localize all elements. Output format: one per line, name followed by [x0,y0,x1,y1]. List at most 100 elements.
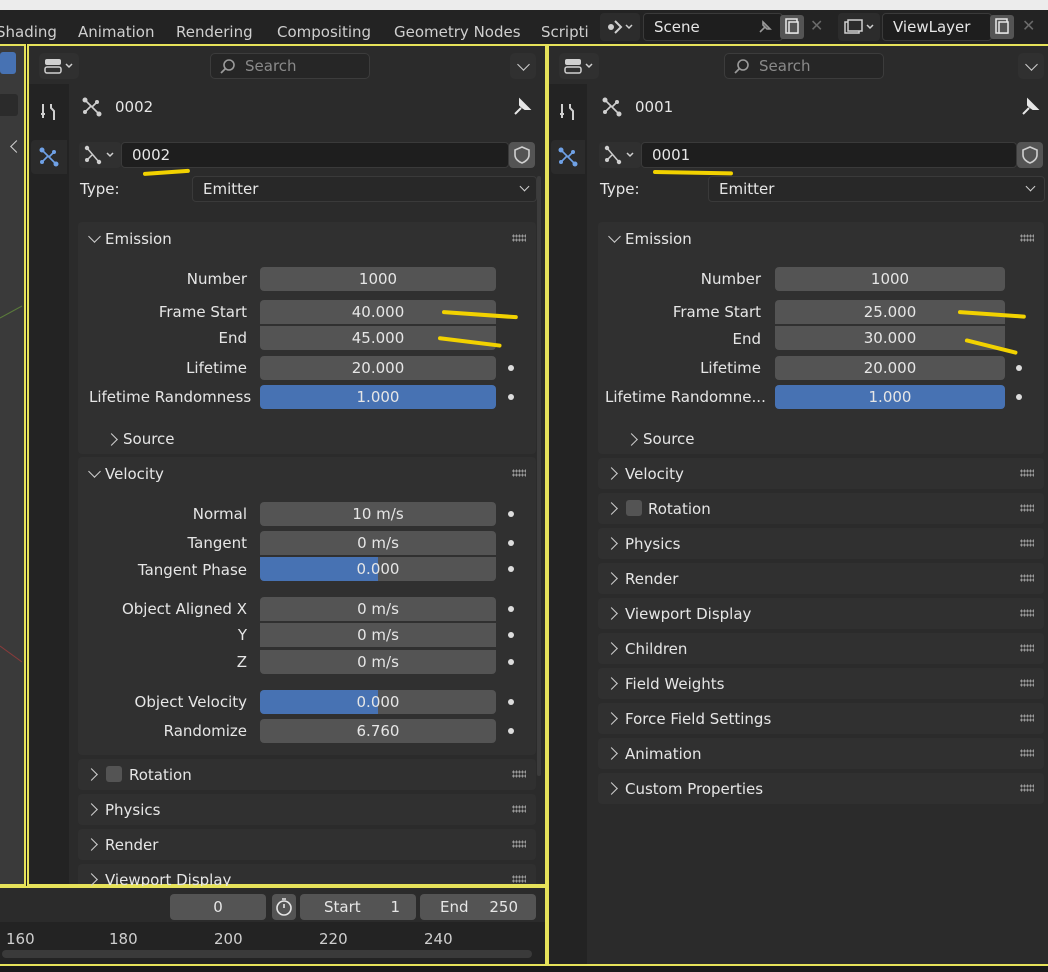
section-title-animation[interactable]: Animation [625,745,701,763]
tab-scripting[interactable]: Scripti [541,23,589,41]
section-title-custom-properties[interactable]: Custom Properties [625,780,763,798]
tangent-field[interactable]: 0 m/s [260,531,496,555]
particle-system-browse[interactable] [79,142,121,168]
drag-handle-icon[interactable] [1020,469,1034,477]
keyframe-dot[interactable] [508,394,514,400]
preview-range-toggle[interactable] [272,894,296,920]
section-title-velocity[interactable]: Velocity [105,465,164,483]
pin-icon[interactable] [756,18,774,36]
viewport-mode-dropdown[interactable] [0,94,18,116]
section-title-children[interactable]: Children [625,640,687,658]
section-title-physics[interactable]: Physics [105,801,160,819]
timeline-scrollbar[interactable] [2,950,532,958]
scrollbar[interactable] [537,176,541,776]
editor-type-button[interactable] [559,53,599,79]
collapse-sidebar-icon[interactable] [10,140,23,153]
particles-tab[interactable] [31,140,67,174]
drag-handle-icon[interactable] [1020,714,1034,722]
drag-handle-icon[interactable] [512,805,526,813]
close-icon[interactable]: ✕ [1022,16,1035,35]
drag-handle-icon[interactable] [1020,749,1034,757]
object-velocity-field[interactable]: 0.000 [260,690,496,714]
tab-geometry-nodes[interactable]: Geometry Nodes [394,23,521,41]
close-icon[interactable]: ✕ [810,16,823,35]
keyframe-dot[interactable] [508,632,514,638]
subsection-title-source[interactable]: Source [123,430,175,448]
object-aligned-y-field[interactable]: 0 m/s [260,623,496,647]
type-dropdown[interactable]: Emitter [708,176,1045,202]
view-layer-dropdown[interactable] [838,13,880,41]
editor-type-button[interactable] [39,53,79,79]
tangent-phase-field[interactable]: 0.000 [260,557,496,581]
keyframe-dot[interactable] [508,365,514,371]
particle-settings-name-field[interactable]: 0002 [121,142,509,168]
keyframe-dot[interactable] [508,606,514,612]
section-title-emission[interactable]: Emission [625,230,692,248]
drag-handle-icon[interactable] [512,875,526,883]
keyframe-dot[interactable] [508,728,514,734]
new-scene-button[interactable] [780,15,804,39]
drag-handle-icon[interactable] [512,840,526,848]
drag-handle-icon[interactable] [1020,644,1034,652]
object-aligned-x-field[interactable]: 0 m/s [260,597,496,621]
drag-handle-icon[interactable] [1020,234,1034,242]
tab-animation[interactable]: Animation [78,23,154,41]
object-aligned-z-field[interactable]: 0 m/s [260,650,496,674]
randomize-field[interactable]: 6.760 [260,719,496,743]
section-title-physics[interactable]: Physics [625,535,680,553]
keyframe-dot[interactable] [508,511,514,517]
drag-handle-icon[interactable] [1020,784,1034,792]
drag-handle-icon[interactable] [1020,679,1034,687]
start-frame-field[interactable]: Start 1 [300,894,416,920]
number-field[interactable]: 1000 [775,267,1005,291]
lifetime-field[interactable]: 20.000 [260,356,496,380]
search-input[interactable]: Search [210,53,370,79]
particles-tab[interactable] [551,140,585,174]
fake-user-button[interactable] [1017,142,1043,168]
drag-handle-icon[interactable] [1020,609,1034,617]
particle-system-browse[interactable] [599,142,641,168]
section-title-force-field-settings[interactable]: Force Field Settings [625,710,771,728]
section-title-field-weights[interactable]: Field Weights [625,675,724,693]
drag-handle-icon[interactable] [1020,504,1034,512]
rotation-checkbox[interactable] [626,500,642,516]
new-view-layer-button[interactable] [990,15,1014,39]
lifetime-field[interactable]: 20.000 [775,356,1005,380]
section-title-rotation[interactable]: Rotation [648,500,711,518]
viewport-3d[interactable] [0,44,26,886]
tab-shading[interactable]: Shading [0,23,57,41]
particle-settings-name-field[interactable]: 0001 [641,142,1017,168]
keyframe-dot[interactable] [1016,394,1022,400]
section-title-viewport-display[interactable]: Viewport Display [625,605,751,623]
keyframe-dot[interactable] [508,566,514,572]
viewport-tool-button[interactable] [0,52,16,74]
lifetime-randomness-field[interactable]: 1.000 [260,385,496,409]
keyframe-dot[interactable] [1016,365,1022,371]
view-layer-name-field[interactable]: ViewLayer [882,13,992,41]
section-title-render[interactable]: Render [105,836,158,854]
section-title-emission[interactable]: Emission [105,230,172,248]
drag-handle-icon[interactable] [512,234,526,242]
tab-rendering[interactable]: Rendering [176,23,253,41]
search-input[interactable]: Search [724,53,884,79]
pin-icon[interactable] [1019,96,1041,118]
end-frame-field[interactable]: End 250 [420,894,536,920]
section-title-velocity[interactable]: Velocity [625,465,684,483]
drag-handle-icon[interactable] [1020,574,1034,582]
drag-handle-icon[interactable] [512,469,526,477]
rotation-checkbox[interactable] [106,766,122,782]
options-dropdown[interactable] [1018,53,1044,79]
fake-user-button[interactable] [509,142,535,168]
section-title-rotation[interactable]: Rotation [129,766,192,784]
drag-handle-icon[interactable] [1020,539,1034,547]
keyframe-dot[interactable] [508,659,514,665]
lifetime-randomness-field[interactable]: 1.000 [775,385,1005,409]
number-field[interactable]: 1000 [260,267,496,291]
tab-compositing[interactable]: Compositing [277,23,371,41]
pin-icon[interactable] [511,96,533,118]
frame-end-field[interactable]: 30.000 [775,326,1005,350]
tool-settings-tab-icon[interactable] [556,100,580,124]
subsection-title-source[interactable]: Source [643,430,695,448]
keyframe-dot[interactable] [508,540,514,546]
normal-field[interactable]: 10 m/s [260,502,496,526]
